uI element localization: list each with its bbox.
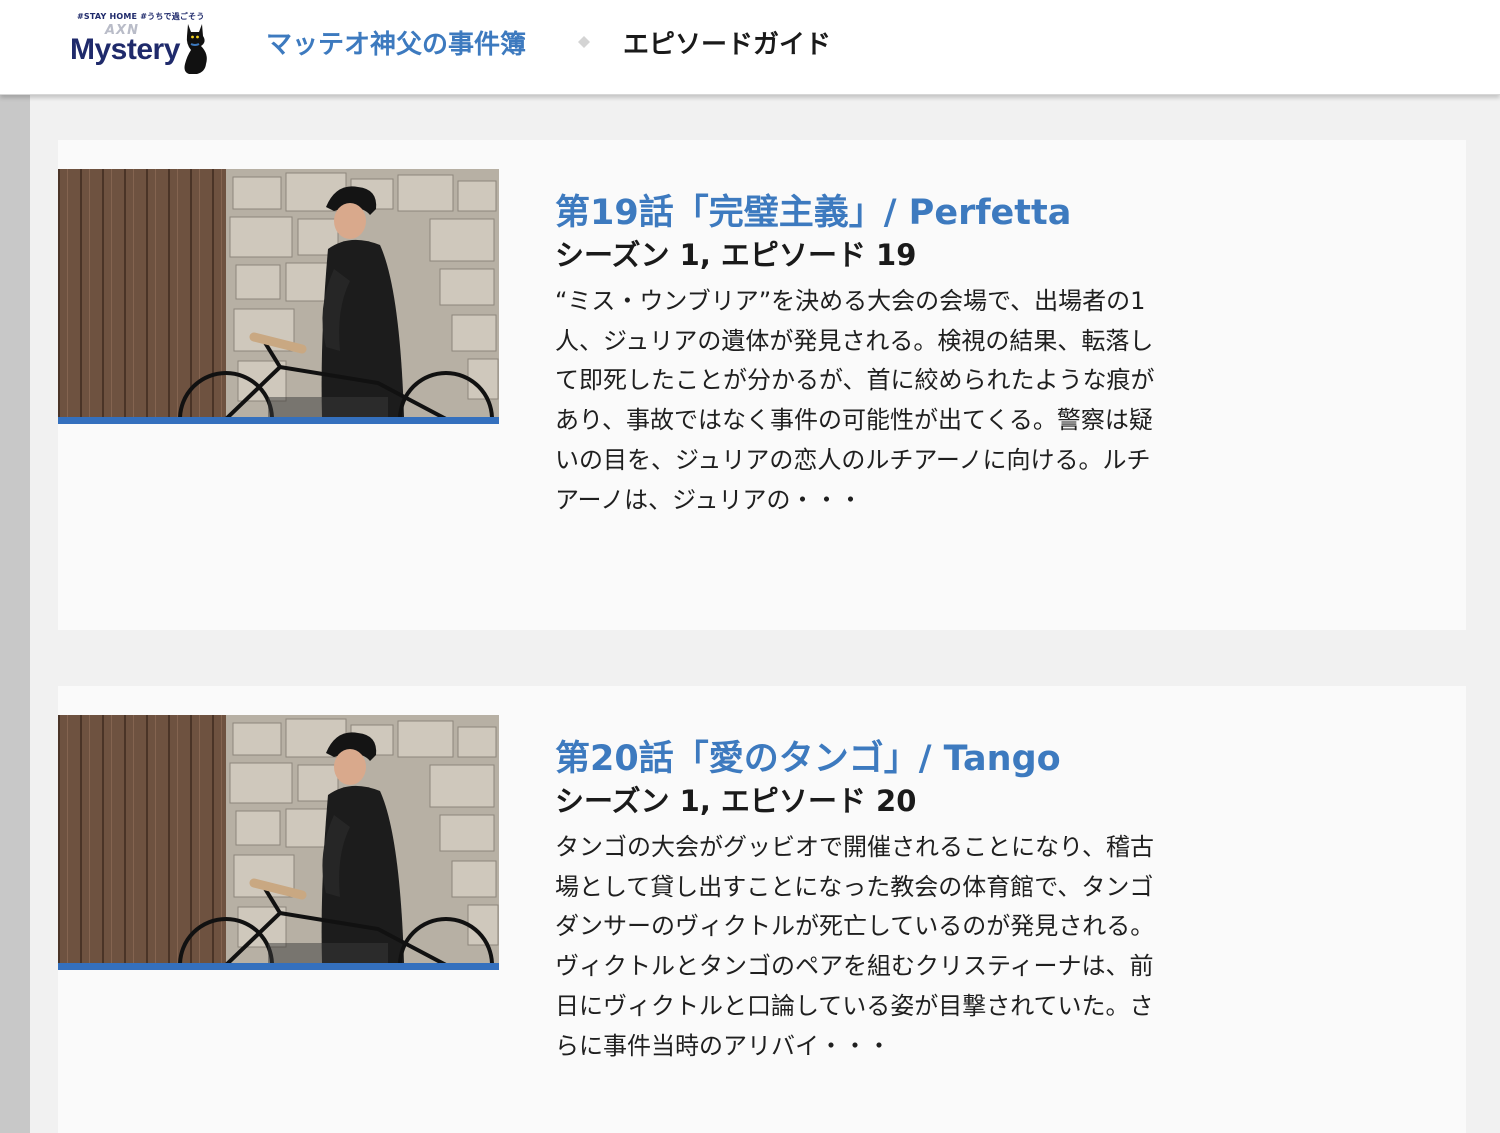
site-header: #STAY HOME #うちで過ごそう AXN Mystery マッテオ神父の事… (0, 0, 1500, 95)
breadcrumb-current-page: エピソードガイド (623, 30, 832, 60)
episode-thumbnail[interactable] (58, 715, 499, 970)
breadcrumb-show-link[interactable]: マッテオ神父の事件簿 (266, 24, 526, 61)
episode-season-number: シーズン 1, エピソード 20 (555, 784, 917, 818)
episode-title-link[interactable]: 第19話「完璧主義」/ Perfetta (555, 184, 1071, 235)
episode-card[interactable]: 第20話「愛のタンゴ」/ Tango シーズン 1, エピソード 20 タンゴの… (58, 686, 1466, 1133)
episode-thumbnail-image (58, 715, 499, 963)
black-cat-icon (184, 24, 207, 74)
left-sidebar-strip (0, 95, 30, 1133)
episode-season-number: シーズン 1, エピソード 19 (555, 238, 917, 272)
episode-card[interactable]: 第19話「完璧主義」/ Perfetta シーズン 1, エピソード 19 “ミ… (58, 140, 1466, 630)
axn-mystery-logo[interactable]: #STAY HOME #うちで過ごそう AXN Mystery (70, 8, 215, 78)
episode-synopsis: タンゴの大会がグッビオで開催されることになり、稽古場として貸し出すことになった教… (555, 833, 1155, 1060)
episode-thumbnail-image (58, 169, 499, 417)
episode-title-link[interactable]: 第20話「愛のタンゴ」/ Tango (555, 730, 1061, 781)
logo-wordmark: Mystery (70, 33, 180, 66)
episode-thumbnail[interactable] (58, 169, 499, 424)
episode-synopsis: “ミス・ウンブリア”を決める大会の会場で、出場者の1人、ジュリアの遺体が発見され… (555, 287, 1155, 514)
breadcrumb-diamond-separator-icon (578, 36, 590, 48)
